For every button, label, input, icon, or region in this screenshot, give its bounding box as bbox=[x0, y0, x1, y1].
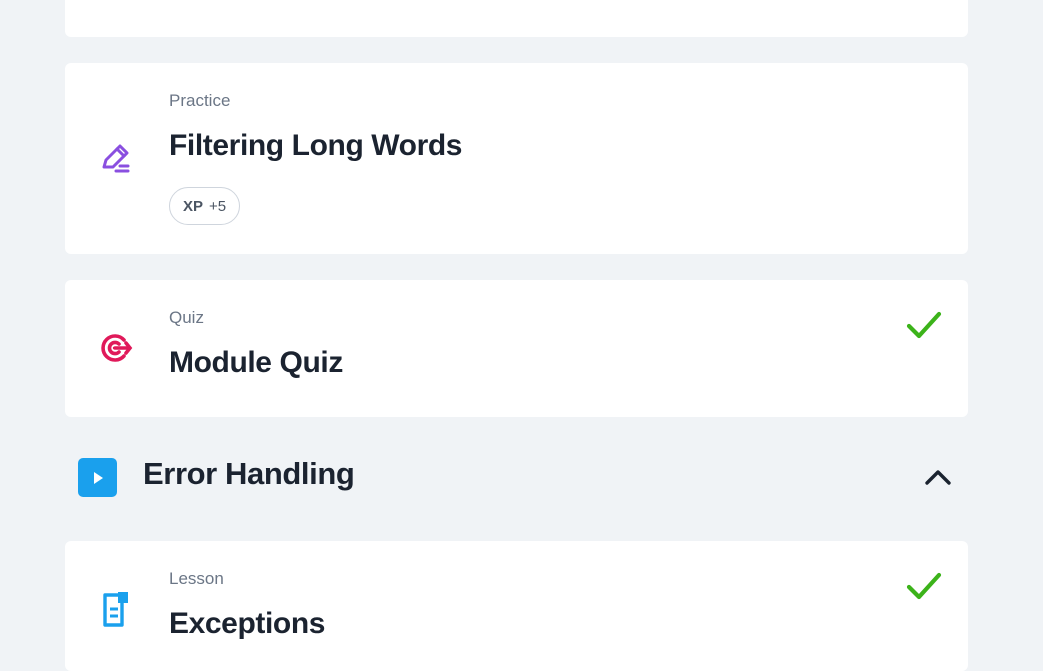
section-header-error-handling[interactable]: Error Handling bbox=[65, 447, 968, 507]
chevron-up-icon[interactable] bbox=[922, 464, 954, 490]
quiz-target-icon bbox=[95, 328, 135, 368]
item-type-label: Lesson bbox=[169, 569, 224, 588]
xp-value: +5 bbox=[209, 197, 227, 215]
quiz-item-card[interactable]: Quiz Module Quiz bbox=[65, 280, 968, 417]
item-title[interactable]: Exceptions bbox=[169, 607, 325, 641]
item-title[interactable]: Module Quiz bbox=[169, 346, 343, 380]
lesson-document-icon bbox=[95, 589, 135, 629]
xp-label: XP bbox=[183, 197, 204, 215]
practice-item-card[interactable]: Practice Filtering Long Words XP +5 bbox=[65, 63, 968, 254]
section-title: Error Handling bbox=[143, 456, 355, 491]
completed-check-icon bbox=[906, 311, 942, 339]
xp-badge: XP +5 bbox=[169, 187, 241, 225]
item-title[interactable]: Filtering Long Words bbox=[169, 129, 462, 163]
practice-pencil-icon bbox=[95, 138, 135, 178]
item-type-label: Practice bbox=[169, 91, 231, 110]
play-icon bbox=[78, 458, 117, 497]
completed-check-icon bbox=[906, 572, 942, 600]
item-type-label: Quiz bbox=[169, 308, 204, 327]
lesson-item-card[interactable]: Lesson Exceptions bbox=[65, 541, 968, 671]
previous-item-card[interactable] bbox=[65, 0, 968, 37]
